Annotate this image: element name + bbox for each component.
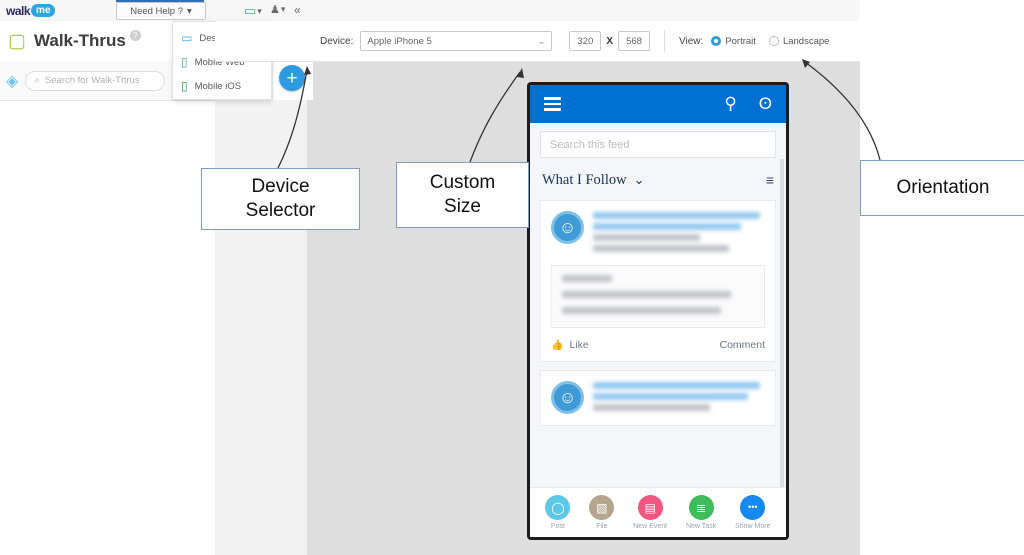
callout-device-selector-text: Device Selector bbox=[245, 176, 316, 221]
callout-device-selector: Device Selector bbox=[201, 168, 360, 230]
callout-orientation: Orientation bbox=[860, 160, 1024, 216]
annotation-leader-lines bbox=[277, 59, 881, 169]
callout-custom-size-text: Custom Size bbox=[429, 172, 496, 217]
callout-custom-size: Custom Size bbox=[396, 162, 529, 228]
callout-orientation-text: Orientation bbox=[896, 177, 990, 199]
